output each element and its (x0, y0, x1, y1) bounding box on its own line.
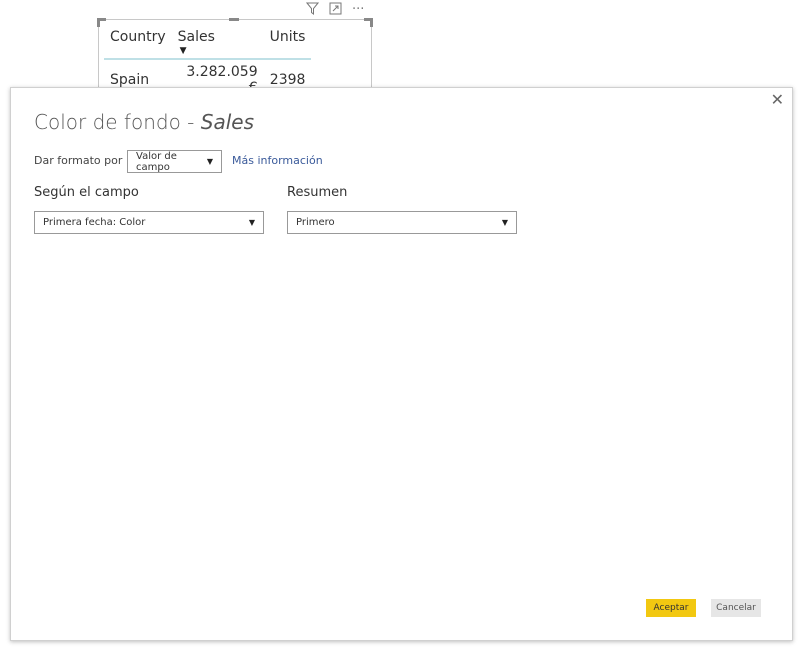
dropdown-value: Primero (296, 217, 335, 228)
more-options-icon[interactable]: ··· (352, 2, 364, 19)
summary-label: Resumen (287, 185, 348, 200)
column-header-units[interactable]: Units (263, 26, 312, 60)
dialog-title: Color de fondo - Sales (34, 110, 254, 134)
focus-mode-icon[interactable] (329, 2, 342, 19)
resize-handle[interactable] (229, 18, 239, 21)
background-color-dialog: ✕ Color de fondo - Sales Dar formato por… (10, 87, 793, 641)
title-field: Sales (200, 110, 254, 134)
resize-handle[interactable] (364, 18, 373, 27)
based-on-field-label: Según el campo (34, 185, 139, 200)
chevron-down-icon: ▼ (501, 218, 508, 227)
dropdown-value: Primera fecha: Color (43, 217, 146, 228)
dropdown-value: Valor de campo (136, 150, 177, 173)
column-header-country[interactable]: Country (104, 26, 172, 60)
filter-icon[interactable] (305, 2, 320, 19)
format-by-label: Dar formato por (34, 154, 123, 167)
title-text: Color de fondo - (34, 110, 201, 134)
column-header-sales[interactable]: Sales ▼ (171, 26, 264, 60)
visual-header-icons: ··· (305, 2, 364, 19)
based-on-field-dropdown[interactable]: Primera fecha: Color ▼ (34, 211, 264, 234)
chevron-down-icon: ▼ (248, 218, 255, 227)
close-icon[interactable]: ✕ (771, 90, 784, 109)
cancel-button[interactable]: Cancelar (711, 599, 761, 617)
ok-button[interactable]: Aceptar (646, 599, 696, 617)
chevron-down-icon: ▼ (206, 157, 213, 166)
format-by-dropdown[interactable]: Valor de campo ▼ (127, 150, 222, 173)
summary-dropdown[interactable]: Primero ▼ (287, 211, 517, 234)
sort-descending-icon: ▼ (179, 46, 187, 56)
learn-more-link[interactable]: Más información (232, 154, 323, 167)
column-header-label: Sales (177, 29, 215, 45)
